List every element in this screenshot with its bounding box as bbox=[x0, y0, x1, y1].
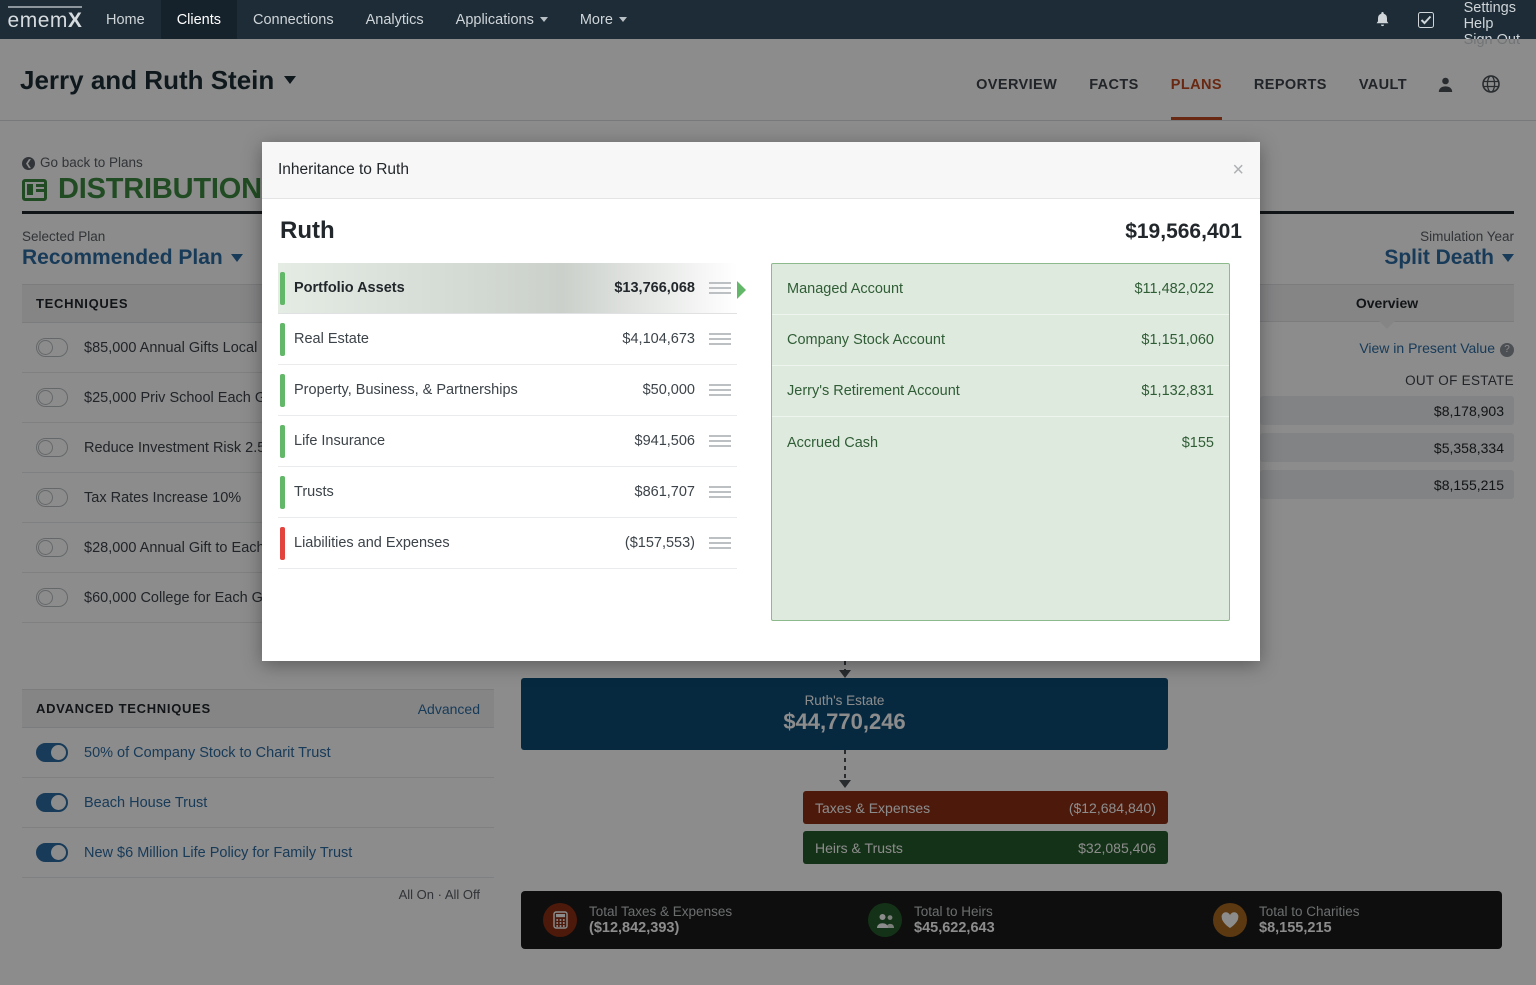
detail-amount: $1,151,060 bbox=[1141, 332, 1214, 348]
detail-row[interactable]: Accrued Cash $155 bbox=[772, 417, 1229, 468]
asset-amount: $13,766,068 bbox=[614, 280, 695, 296]
detail-name: Jerry's Retirement Account bbox=[787, 383, 960, 399]
asset-row[interactable]: Liabilities and Expenses ($157,553) bbox=[278, 518, 737, 569]
asset-row[interactable]: Property, Business, & Partnerships $50,00… bbox=[278, 365, 737, 416]
detail-row[interactable]: Jerry's Retirement Account $1,132,831 bbox=[772, 366, 1229, 417]
modal-body: Ruth $19,566,401 Portfolio Assets $13,766… bbox=[262, 199, 1260, 661]
detail-name: Accrued Cash bbox=[787, 434, 879, 451]
drag-handle-icon[interactable] bbox=[709, 384, 731, 396]
tasks-checkbox-icon[interactable] bbox=[1404, 0, 1448, 39]
nav-item-applications[interactable]: Applications bbox=[440, 0, 564, 39]
top-nav-right-group: Settings Help Sign Out bbox=[1361, 0, 1536, 48]
nav-item-settings[interactable]: Settings bbox=[1448, 0, 1536, 16]
category-color-bar bbox=[280, 374, 285, 407]
asset-row[interactable]: Portfolio Assets $13,766,068 bbox=[278, 263, 746, 314]
modal-header: Inheritance to Ruth × bbox=[262, 142, 1260, 199]
nav-item-home[interactable]: Home bbox=[90, 0, 161, 39]
asset-name: Property, Business, & Partnerships bbox=[294, 382, 518, 398]
nav-item-label: Applications bbox=[455, 11, 534, 28]
asset-name: Liabilities and Expenses bbox=[294, 535, 450, 551]
asset-name: Trusts bbox=[294, 484, 334, 500]
detail-name: Company Stock Account bbox=[787, 332, 945, 348]
asset-amount: $50,000 bbox=[642, 382, 695, 398]
nav-item-label: Connections bbox=[253, 11, 334, 28]
asset-category-list: Portfolio Assets $13,766,068 Real Estate $4… bbox=[278, 263, 746, 621]
asset-amount: $4,104,673 bbox=[622, 331, 695, 347]
drag-handle-icon[interactable] bbox=[709, 282, 731, 294]
category-color-bar bbox=[280, 476, 285, 509]
chevron-down-icon bbox=[618, 17, 627, 22]
detail-amount: $1,132,831 bbox=[1141, 383, 1214, 399]
asset-name: Life Insurance bbox=[294, 433, 386, 449]
drag-handle-icon[interactable] bbox=[709, 537, 731, 549]
modal-person-name: Ruth bbox=[280, 217, 335, 244]
detail-row[interactable]: Managed Account $11,482,022 bbox=[772, 264, 1229, 315]
drag-handle-icon[interactable] bbox=[709, 333, 731, 345]
selection-pointer-icon bbox=[737, 281, 746, 299]
asset-row[interactable]: Life Insurance $941,506 bbox=[278, 416, 737, 467]
modal-summary-row: Ruth $19,566,401 bbox=[278, 217, 1244, 245]
modal-person-total: $19,566,401 bbox=[1125, 220, 1242, 243]
category-color-bar bbox=[280, 323, 285, 356]
detail-amount: $11,482,022 bbox=[1134, 281, 1214, 297]
nav-item-clients[interactable]: Clients bbox=[160, 0, 238, 39]
modal-title: Inheritance to Ruth bbox=[278, 161, 409, 178]
detail-amount: $155 bbox=[1181, 434, 1214, 451]
emx-logo[interactable]: ememXemX bbox=[0, 0, 90, 39]
asset-row[interactable]: Trusts $861,707 bbox=[278, 467, 737, 518]
modal-columns: Portfolio Assets $13,766,068 Real Estate $4… bbox=[278, 263, 1244, 621]
asset-amount: $861,707 bbox=[634, 484, 695, 500]
nav-item-help[interactable]: Help bbox=[1448, 16, 1536, 32]
category-color-bar bbox=[280, 425, 285, 458]
nav-item-more[interactable]: More bbox=[564, 0, 643, 39]
asset-amount: $941,506 bbox=[634, 433, 695, 449]
detail-name: Managed Account bbox=[787, 281, 904, 297]
detail-row[interactable]: Company Stock Account $1,151,060 bbox=[772, 315, 1229, 366]
notifications-bell-icon[interactable] bbox=[1361, 0, 1404, 39]
asset-name: Portfolio Assets bbox=[294, 280, 405, 296]
drag-handle-icon[interactable] bbox=[709, 486, 731, 498]
drag-handle-icon[interactable] bbox=[709, 435, 731, 447]
nav-item-label: Clients bbox=[176, 11, 222, 28]
asset-detail-panel: Managed Account $11,482,022 Company Stock … bbox=[771, 263, 1230, 621]
close-icon[interactable]: × bbox=[1232, 160, 1244, 180]
category-color-bar bbox=[280, 527, 285, 560]
top-navigation-bar: ememXemX Home Clients Connections Analytics… bbox=[0, 0, 1536, 48]
nav-item-label: Home bbox=[106, 11, 145, 28]
inheritance-modal: Inheritance to Ruth × Ruth $19,566,401 P… bbox=[262, 142, 1260, 661]
chevron-down-icon bbox=[539, 17, 548, 22]
nav-item-connections[interactable]: Connections bbox=[237, 0, 350, 39]
asset-name: Real Estate bbox=[294, 331, 369, 347]
asset-row[interactable]: Real Estate $4,104,673 bbox=[278, 314, 737, 365]
category-color-bar bbox=[280, 272, 285, 305]
nav-item-label: More bbox=[579, 11, 613, 28]
asset-amount: ($157,553) bbox=[624, 535, 695, 551]
nav-item-label: Analytics bbox=[365, 11, 424, 28]
nav-item-analytics[interactable]: Analytics bbox=[350, 0, 440, 39]
